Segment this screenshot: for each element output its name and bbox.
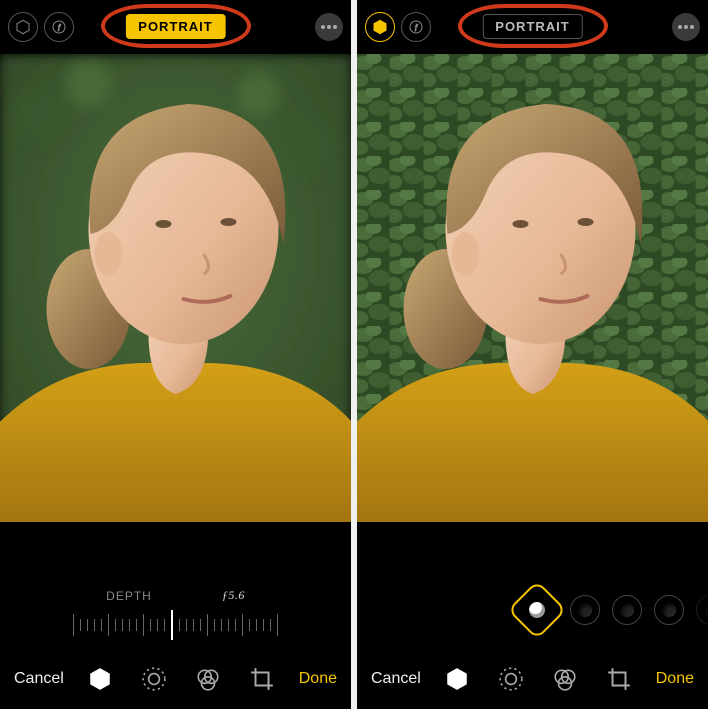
portrait-badge[interactable]: PORTRAIT [125, 14, 225, 39]
lighting-contour[interactable] [612, 595, 642, 625]
depth-value: ƒ5.6 [222, 588, 245, 603]
more-icon[interactable] [672, 13, 700, 41]
svg-text:f: f [58, 23, 61, 32]
lighting-studio[interactable] [570, 595, 600, 625]
lighting-mono[interactable] [696, 595, 708, 625]
controls-left: DEPTH ƒ5.6 Cancel [0, 522, 351, 709]
top-bar: f PORTRAIT [357, 0, 708, 54]
aperture-icon[interactable]: f [44, 12, 74, 42]
svg-text:f: f [415, 23, 418, 32]
depth-label: DEPTH [106, 589, 152, 603]
hexagon-icon[interactable] [365, 12, 395, 42]
filters-tool-icon[interactable] [552, 666, 578, 692]
cancel-button[interactable]: Cancel [371, 670, 421, 688]
controls-right: Cancel Done [357, 522, 708, 709]
more-icon[interactable] [315, 13, 343, 41]
bottom-toolbar: Cancel Done [357, 649, 708, 709]
hexagon-icon[interactable] [8, 12, 38, 42]
lighting-natural[interactable] [507, 580, 566, 639]
lighting-stage[interactable] [654, 595, 684, 625]
adjust-tool-icon[interactable] [498, 666, 524, 692]
lighting-selector[interactable] [357, 571, 708, 649]
cancel-button[interactable]: Cancel [14, 670, 64, 688]
done-button[interactable]: Done [299, 670, 337, 688]
done-button[interactable]: Done [656, 670, 694, 688]
top-bar: f PORTRAIT [0, 0, 351, 54]
lighting-tool-icon[interactable] [444, 666, 470, 692]
bottom-toolbar: Cancel Done [0, 649, 351, 709]
portrait-badge[interactable]: PORTRAIT [482, 14, 582, 39]
depth-readout: DEPTH ƒ5.6 [0, 574, 351, 609]
editor-right: f PORTRAIT [357, 0, 708, 709]
photo-preview-left[interactable] [0, 54, 351, 522]
aperture-icon[interactable]: f [401, 12, 431, 42]
depth-slider[interactable] [0, 609, 351, 649]
filters-tool-icon[interactable] [195, 666, 221, 692]
lighting-tool-icon[interactable] [87, 666, 113, 692]
tool-icons [72, 666, 291, 692]
editor-left: f PORTRAIT [0, 0, 351, 709]
photo-preview-right[interactable] [357, 54, 708, 522]
crop-tool-icon[interactable] [606, 666, 632, 692]
adjust-tool-icon[interactable] [141, 666, 167, 692]
tool-icons [429, 666, 648, 692]
crop-tool-icon[interactable] [249, 666, 275, 692]
